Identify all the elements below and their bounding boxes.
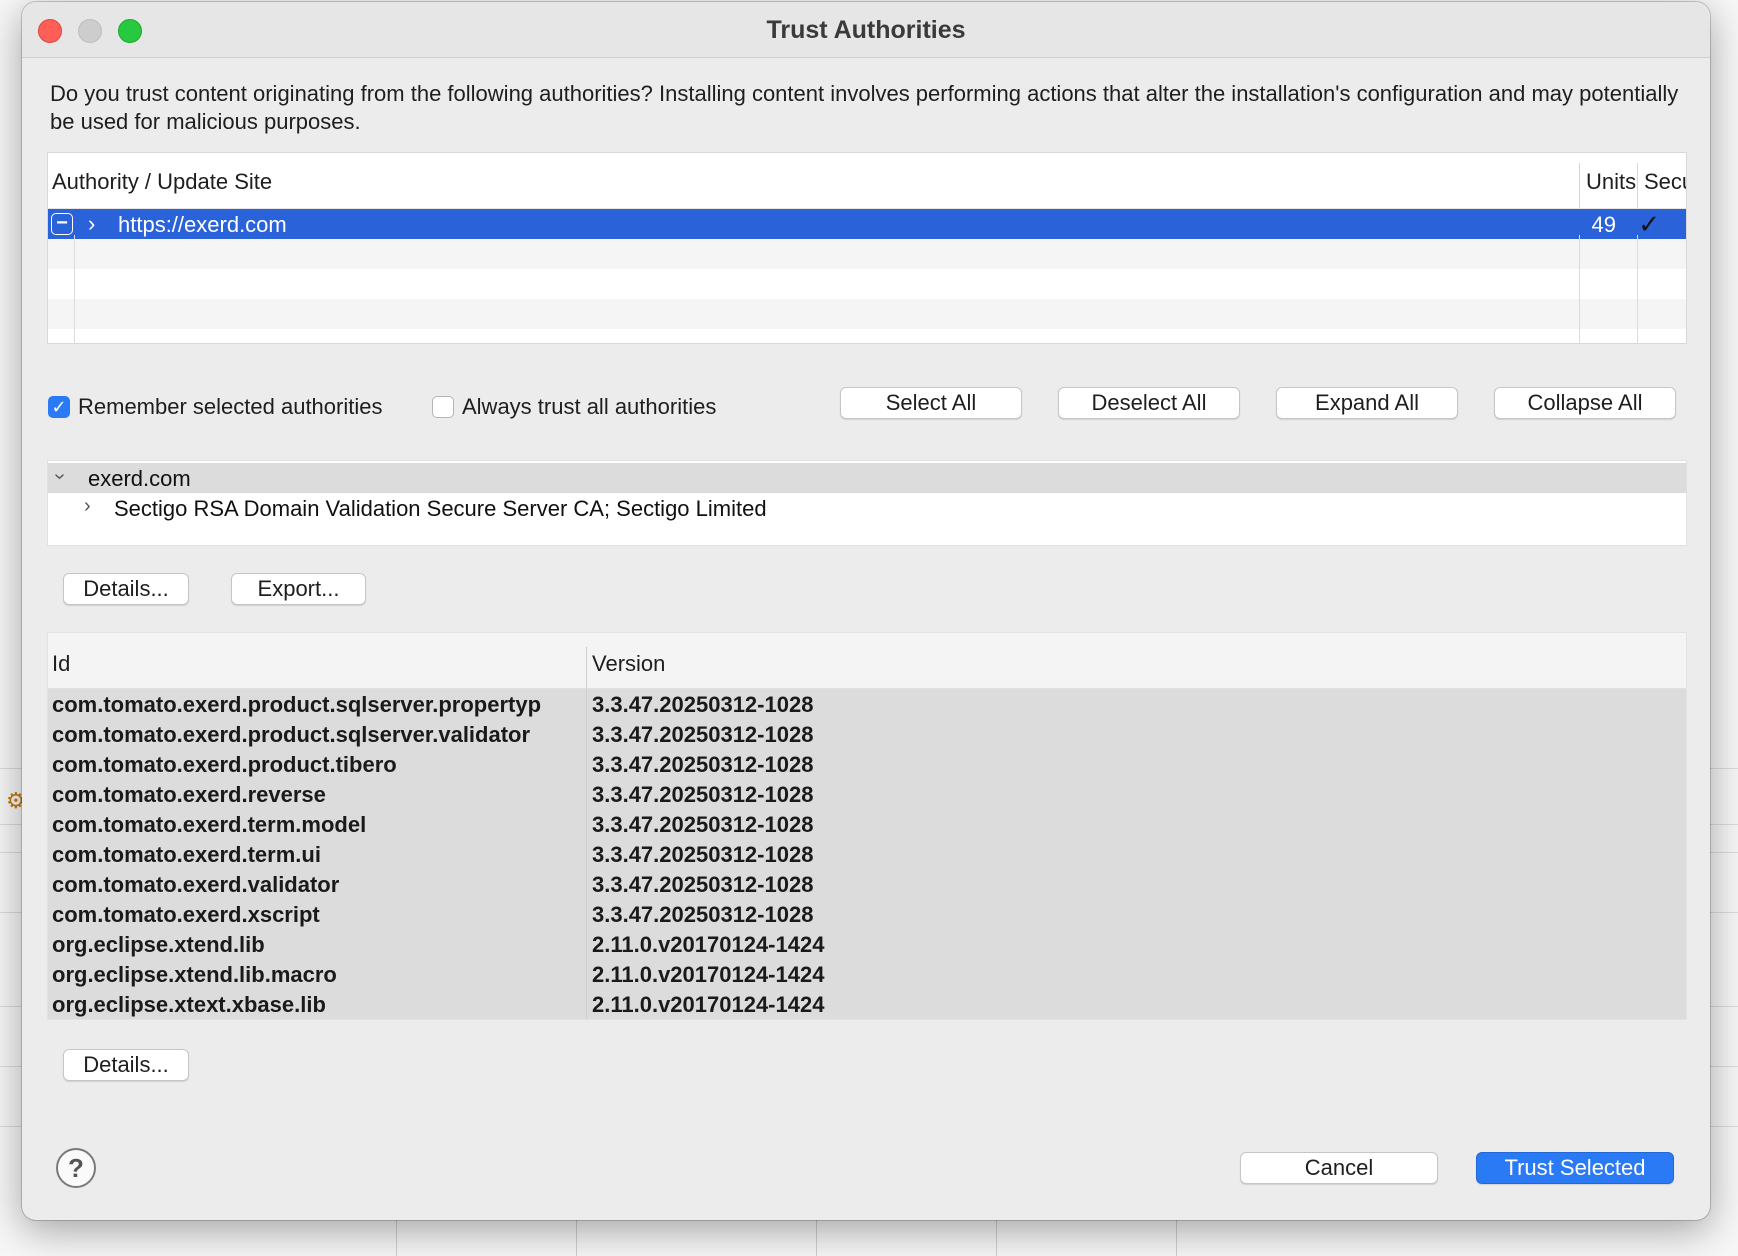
column-header-authority[interactable]: Authority / Update Site xyxy=(52,169,272,195)
unit-row[interactable]: com.tomato.exerd.validator 3.3.47.2025031… xyxy=(48,869,1686,899)
help-icon[interactable]: ? xyxy=(56,1148,96,1188)
unit-row[interactable]: com.tomato.exerd.product.sqlserver.valid… xyxy=(48,719,1686,749)
unit-id: com.tomato.exerd.reverse xyxy=(52,782,326,807)
unit-version: 3.3.47.20250312-1028 xyxy=(592,902,814,927)
grid-line xyxy=(74,235,75,343)
unit-version: 3.3.47.20250312-1028 xyxy=(592,812,814,837)
empty-row xyxy=(48,269,1686,299)
unit-version: 3.3.47.20250312-1028 xyxy=(592,872,814,897)
unit-version: 2.11.0.v20170124-1424 xyxy=(592,932,825,957)
unit-row[interactable]: com.tomato.exerd.product.tibero 3.3.47.20… xyxy=(48,749,1686,779)
column-header-id[interactable]: Id xyxy=(52,651,70,677)
unit-version: 3.3.47.20250312-1028 xyxy=(592,842,814,867)
column-header-secure[interactable]: Secur xyxy=(1644,169,1686,195)
chevron-down-icon[interactable]: › xyxy=(48,473,71,480)
always-trust-option[interactable]: Always trust all authorities xyxy=(432,394,716,420)
units-table-header: Id Version xyxy=(48,633,1686,689)
unit-id: org.eclipse.xtext.xbase.lib xyxy=(52,992,326,1017)
unit-row[interactable]: com.tomato.exerd.product.sqlserver.prope… xyxy=(48,689,1686,719)
grid-line xyxy=(1579,235,1580,343)
units-table[interactable]: Id Version com.tomato.exerd.product.sqls… xyxy=(47,632,1687,1020)
expand-all-button[interactable]: Expand All xyxy=(1276,387,1458,419)
unit-version: 3.3.47.20250312-1028 xyxy=(592,782,814,807)
deselect-all-button[interactable]: Deselect All xyxy=(1058,387,1240,419)
authority-checkbox[interactable]: − xyxy=(51,213,73,235)
export-button[interactable]: Export... xyxy=(231,573,366,605)
background-gridline xyxy=(816,1220,817,1256)
authority-site: https://exerd.com xyxy=(118,212,287,237)
unit-id: com.tomato.exerd.product.sqlserver.prope… xyxy=(52,692,542,717)
unit-id: org.eclipse.xtend.lib.macro xyxy=(52,962,337,987)
always-trust-label: Always trust all authorities xyxy=(462,394,717,419)
certificate-root-label: exerd.com xyxy=(88,466,191,491)
trust-authorities-dialog: Trust Authorities Do you trust content o… xyxy=(22,2,1710,1220)
unit-details-button[interactable]: Details... xyxy=(63,1049,189,1081)
empty-row xyxy=(48,299,1686,329)
column-separator[interactable] xyxy=(586,647,587,1019)
background-gridline xyxy=(396,1220,397,1256)
remember-selected-option[interactable]: ✓ Remember selected authorities xyxy=(48,394,382,420)
unit-version: 3.3.47.20250312-1028 xyxy=(592,692,814,717)
column-header-units[interactable]: Units xyxy=(1586,169,1636,195)
unit-id: org.eclipse.xtend.lib xyxy=(52,932,265,957)
chevron-right-icon[interactable]: › xyxy=(84,495,91,518)
select-all-button[interactable]: Select All xyxy=(840,387,1022,419)
certificate-details-button[interactable]: Details... xyxy=(63,573,189,605)
expand-chevron-icon[interactable]: › xyxy=(88,211,95,237)
grid-line xyxy=(1637,235,1638,343)
unit-version: 3.3.47.20250312-1028 xyxy=(592,722,814,747)
unit-version: 2.11.0.v20170124-1424 xyxy=(592,962,825,987)
unit-id: com.tomato.exerd.product.sqlserver.valid… xyxy=(52,722,531,747)
unit-row[interactable]: com.tomato.exerd.term.model 3.3.47.202503… xyxy=(48,809,1686,839)
unit-id: com.tomato.exerd.product.tibero xyxy=(52,752,397,777)
dialog-title: Trust Authorities xyxy=(766,16,966,44)
trust-selected-button[interactable]: Trust Selected xyxy=(1476,1152,1674,1184)
authorities-table-header: Authority / Update Site Units Secur xyxy=(48,153,1686,209)
unit-row[interactable]: org.eclipse.xtend.lib 2.11.0.v20170124-14… xyxy=(48,929,1686,959)
authority-units: 49 xyxy=(1591,212,1616,237)
certificate-root-row[interactable]: › exerd.com xyxy=(48,463,1686,493)
collapse-all-button[interactable]: Collapse All xyxy=(1494,387,1676,419)
unit-id: com.tomato.exerd.term.model xyxy=(52,812,367,837)
secure-checkmark-icon: ✓ xyxy=(1638,209,1660,239)
unit-id: com.tomato.exerd.term.ui xyxy=(52,842,321,867)
title-bar: Trust Authorities xyxy=(22,2,1710,58)
background-gridline xyxy=(576,1220,577,1256)
unit-row[interactable]: org.eclipse.xtend.lib.macro 2.11.0.v20170… xyxy=(48,959,1686,989)
background-gridline xyxy=(996,1220,997,1256)
certificate-child-row[interactable]: › Sectigo RSA Domain Validation Secure S… xyxy=(48,493,1686,523)
unit-version: 3.3.47.20250312-1028 xyxy=(592,752,814,777)
unit-id: com.tomato.exerd.validator xyxy=(52,872,340,897)
unit-version: 2.11.0.v20170124-1424 xyxy=(592,992,825,1017)
remember-label: Remember selected authorities xyxy=(78,394,383,419)
always-trust-checkbox[interactable] xyxy=(432,396,454,418)
background-gridline xyxy=(1176,1220,1177,1256)
column-separator[interactable] xyxy=(1579,163,1580,208)
authority-row-exerd[interactable]: − › https://exerd.com 49 ✓ xyxy=(48,209,1686,239)
unit-row[interactable]: com.tomato.exerd.reverse 3.3.47.20250312-… xyxy=(48,779,1686,809)
certificate-child-label: Sectigo RSA Domain Validation Secure Ser… xyxy=(114,496,767,521)
certificate-tree[interactable]: › exerd.com › Sectigo RSA Domain Validat… xyxy=(47,460,1687,546)
unit-id: com.tomato.exerd.xscript xyxy=(52,902,320,927)
column-separator[interactable] xyxy=(1637,163,1638,208)
unit-row[interactable]: org.eclipse.xtext.xbase.lib 2.11.0.v20170… xyxy=(48,989,1686,1019)
remember-checkbox[interactable]: ✓ xyxy=(48,396,70,418)
cancel-button[interactable]: Cancel xyxy=(1240,1152,1438,1184)
unit-row[interactable]: com.tomato.exerd.xscript 3.3.47.20250312-… xyxy=(48,899,1686,929)
intro-text: Do you trust content originating from th… xyxy=(50,81,1679,134)
column-header-version[interactable]: Version xyxy=(592,651,665,677)
units-table-body: com.tomato.exerd.product.sqlserver.prope… xyxy=(48,689,1686,1019)
authorities-table[interactable]: Authority / Update Site Units Secur − › … xyxy=(47,152,1687,344)
empty-row xyxy=(48,239,1686,269)
unit-row[interactable]: com.tomato.exerd.term.ui 3.3.47.20250312-… xyxy=(48,839,1686,869)
